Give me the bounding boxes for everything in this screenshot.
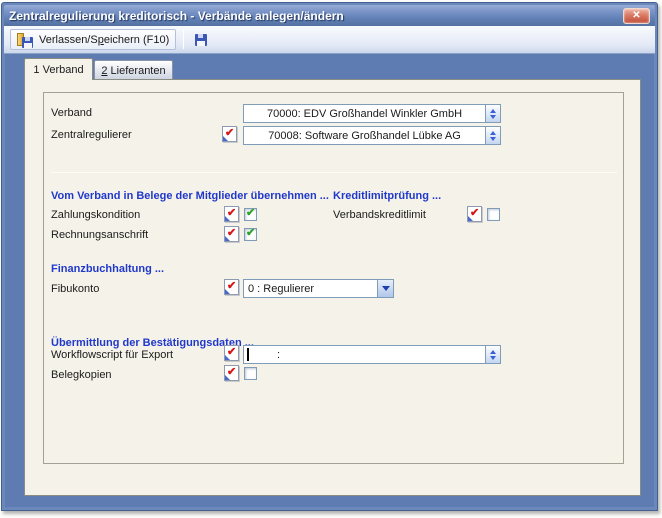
workflowscript-spinner-icon[interactable] bbox=[485, 346, 500, 363]
fibukonto-combobox[interactable]: 0 : Regulierer bbox=[243, 279, 394, 298]
window-title: Zentralregulierung kreditorisch - Verbän… bbox=[9, 9, 623, 23]
section-uebernehmen-title: Vom Verband in Belege der Mitglieder übe… bbox=[51, 190, 329, 202]
workflowscript-label: Workflowscript für Export bbox=[51, 349, 173, 361]
save-icon bbox=[193, 32, 209, 48]
workflowscript-value: : bbox=[277, 349, 280, 361]
verband-select[interactable]: 70000: EDV Großhandel Winkler GmbH bbox=[243, 104, 501, 123]
fibukonto-override-check-icon[interactable] bbox=[224, 279, 239, 295]
section-finanzbuchhaltung-title: Finanzbuchhaltung ... bbox=[51, 263, 164, 275]
text-cursor bbox=[247, 348, 249, 361]
belegkopien-override-check-icon[interactable] bbox=[224, 365, 239, 381]
rechnungsanschrift-label: Rechnungsanschrift bbox=[51, 229, 148, 241]
tab-verband[interactable]: 1 Verband bbox=[24, 58, 93, 80]
tab-lieferanten[interactable]: 2 Lieferanten bbox=[94, 60, 173, 80]
belegkopien-checkbox[interactable] bbox=[244, 367, 257, 380]
toolbar-separator bbox=[183, 30, 184, 49]
verbandskreditlimit-checkbox[interactable] bbox=[487, 208, 500, 221]
verband-label: Verband bbox=[51, 107, 92, 119]
zahlungskondition-label: Zahlungskondition bbox=[51, 209, 140, 221]
fibukonto-label: Fibukonto bbox=[51, 283, 99, 295]
fibukonto-dropdown-arrow-icon[interactable] bbox=[377, 280, 393, 297]
close-icon: ✕ bbox=[632, 10, 640, 21]
tab-page-verband: Verband 70000: EDV Großhandel Winkler Gm… bbox=[24, 79, 641, 496]
app-window: Zentralregulierung kreditorisch - Verbän… bbox=[1, 2, 658, 511]
zentralregulierer-override-check-icon[interactable] bbox=[222, 126, 237, 142]
form-groupbox bbox=[43, 92, 624, 464]
zentralregulierer-select[interactable]: 70008: Software Großhandel Lübke AG bbox=[243, 126, 501, 145]
rechnungsanschrift-checkbox[interactable] bbox=[244, 228, 257, 241]
section-kreditlimit-title: Kreditlimitprüfung ... bbox=[333, 190, 441, 202]
screen: Zentralregulierung kreditorisch - Verbän… bbox=[0, 0, 662, 518]
save-button[interactable] bbox=[189, 29, 213, 50]
close-button[interactable]: ✕ bbox=[623, 8, 650, 24]
exit-save-button[interactable]: Verlassen/Speichern (F10) bbox=[10, 29, 176, 50]
exit-save-icon bbox=[17, 32, 33, 48]
content-area: 1 Verband 2 Lieferanten Verband 70000: E… bbox=[5, 54, 654, 507]
title-bar: Zentralregulierung kreditorisch - Verbän… bbox=[4, 5, 655, 26]
workflowscript-input[interactable]: : bbox=[243, 345, 501, 364]
verbandskreditlimit-override-check-icon[interactable] bbox=[467, 206, 482, 222]
zentralregulierer-value: 70008: Software Großhandel Lübke AG bbox=[244, 130, 485, 142]
exit-save-label: Verlassen/Speichern (F10) bbox=[39, 34, 169, 46]
fibukonto-value: 0 : Regulierer bbox=[244, 283, 377, 295]
zentralregulierer-label: Zentralregulierer bbox=[51, 129, 132, 141]
verband-spinner-icon[interactable] bbox=[485, 105, 500, 122]
zahlungskondition-override-check-icon[interactable] bbox=[224, 206, 239, 222]
workflowscript-override-check-icon[interactable] bbox=[224, 345, 239, 361]
section-divider bbox=[51, 172, 617, 173]
belegkopien-label: Belegkopien bbox=[51, 369, 112, 381]
zahlungskondition-checkbox[interactable] bbox=[244, 208, 257, 221]
zentralregulierer-spinner-icon[interactable] bbox=[485, 127, 500, 144]
verband-value: 70000: EDV Großhandel Winkler GmbH bbox=[244, 108, 485, 120]
verbandskreditlimit-label: Verbandskreditlimit bbox=[333, 209, 426, 221]
rechnungsanschrift-override-check-icon[interactable] bbox=[224, 226, 239, 242]
toolbar: Verlassen/Speichern (F10) bbox=[4, 26, 655, 54]
